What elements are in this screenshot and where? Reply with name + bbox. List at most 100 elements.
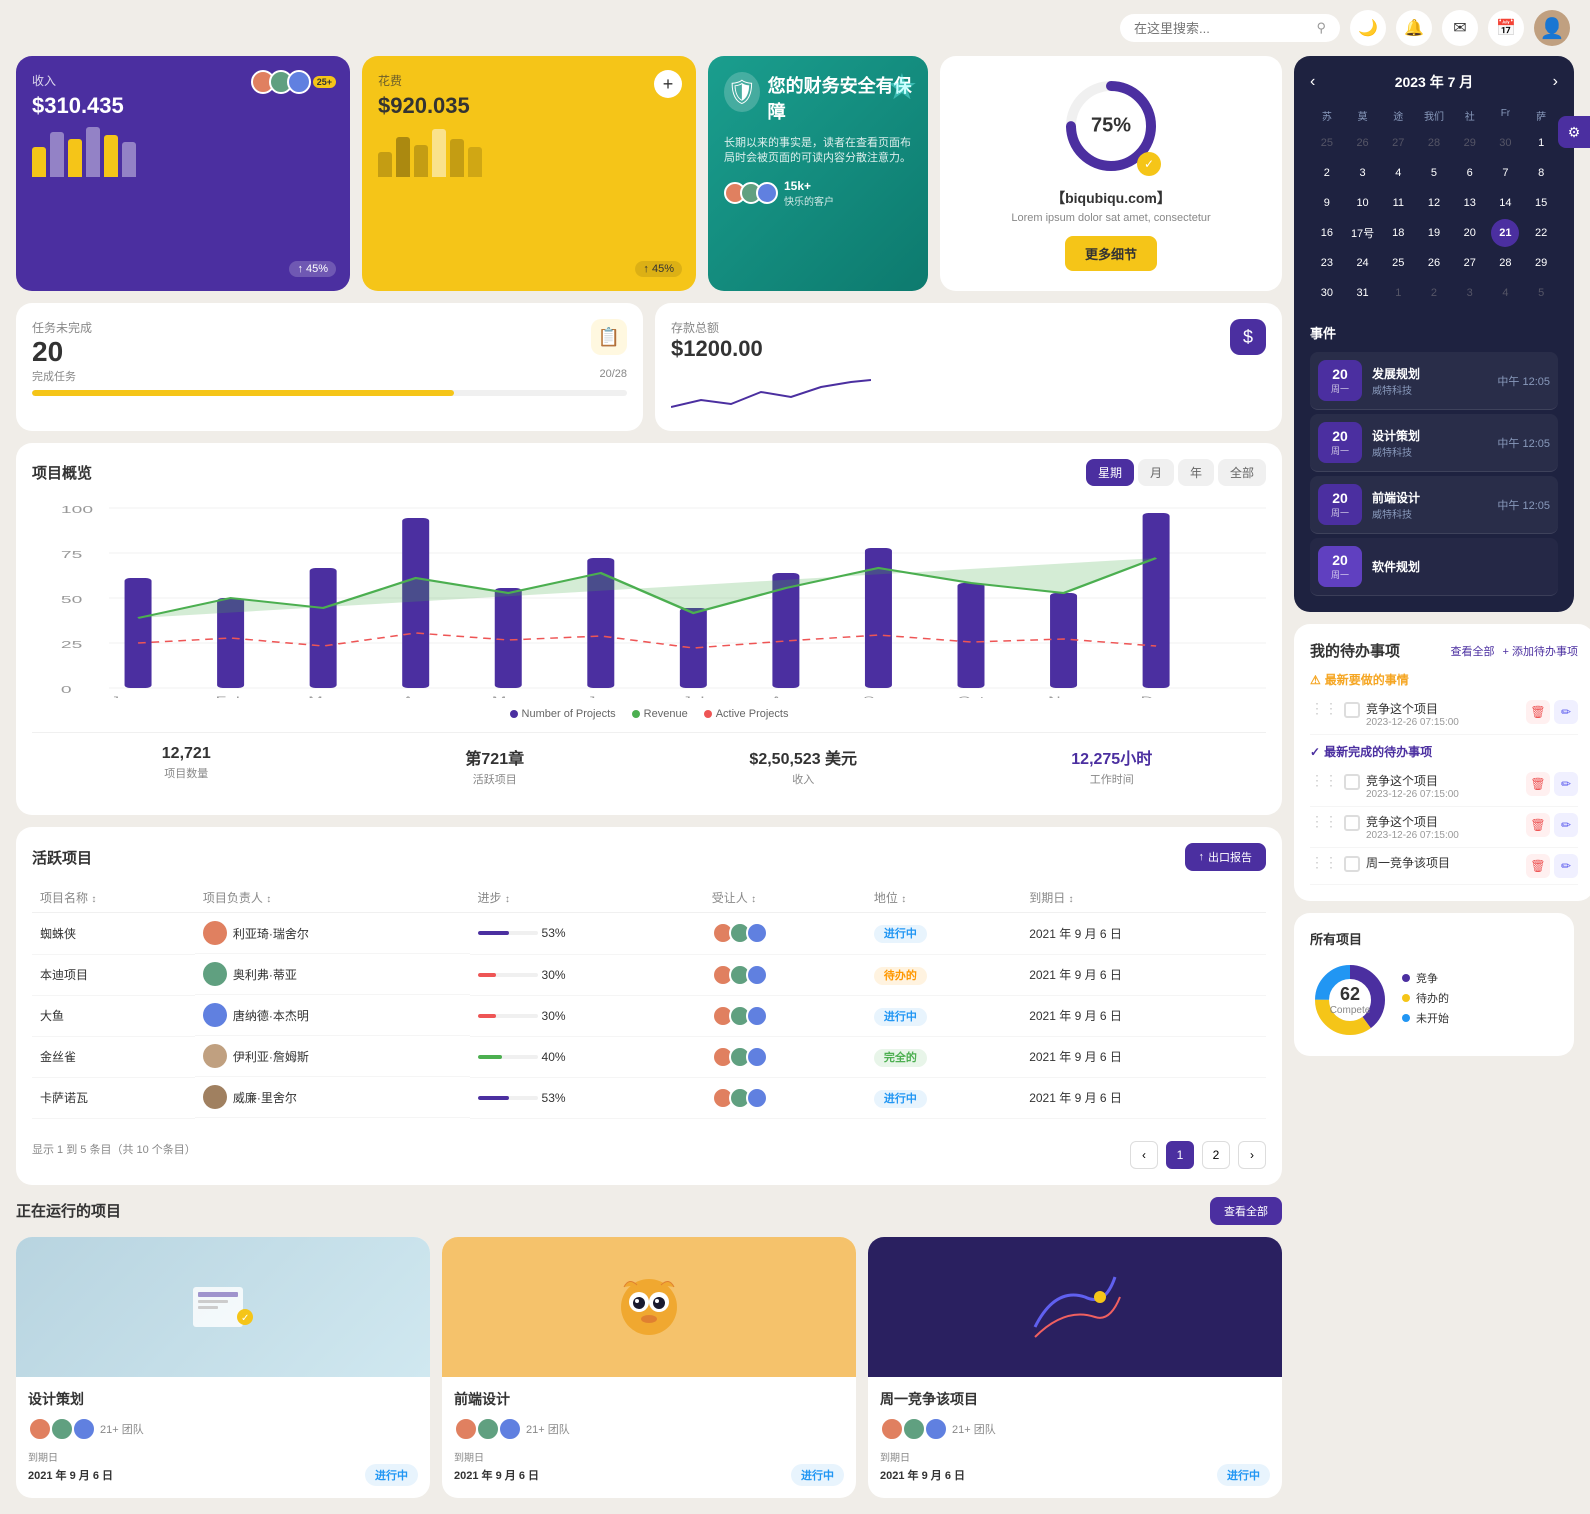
cal-day-16[interactable]: 16 [1313, 219, 1341, 247]
rp-status-badge: 进行中 [791, 1464, 844, 1486]
cal-day-30[interactable]: 30 [1313, 279, 1341, 307]
avatar[interactable]: 👤 [1534, 10, 1570, 46]
col-name[interactable]: 项目名称 ↕ [32, 883, 195, 913]
export-button[interactable]: ↑ 出口报告 [1185, 843, 1267, 871]
search-box[interactable]: ⚲ [1120, 14, 1340, 42]
tab-month[interactable]: 月 [1138, 459, 1174, 486]
cal-day-prev-29[interactable]: 29 [1456, 129, 1484, 157]
cal-day-18[interactable]: 18 [1384, 219, 1412, 247]
cal-day-7[interactable]: 7 [1491, 159, 1519, 187]
tab-all[interactable]: 全部 [1218, 459, 1266, 486]
assignee-av [746, 1046, 768, 1068]
tab-year[interactable]: 年 [1178, 459, 1214, 486]
cal-day-5[interactable]: 5 [1420, 159, 1448, 187]
table-row: 大鱼 唐纳德·本杰明 30% [32, 995, 1266, 1036]
cal-day-prev-28[interactable]: 28 [1420, 129, 1448, 157]
edit-button[interactable]: ✏ [1554, 772, 1578, 796]
col-status[interactable]: 地位 ↕ [866, 883, 1021, 913]
cal-day-12[interactable]: 12 [1420, 189, 1448, 217]
cal-day-11[interactable]: 11 [1384, 189, 1412, 217]
cal-day-14[interactable]: 14 [1491, 189, 1519, 217]
todo-item-text: 竞争这个项目 [1366, 772, 1520, 789]
drag-handle[interactable]: ⋮⋮ [1310, 854, 1338, 871]
cal-day-next-4[interactable]: 4 [1491, 279, 1519, 307]
cal-day-next-5[interactable]: 5 [1527, 279, 1555, 307]
cal-day-17[interactable]: 17号 [1349, 219, 1377, 247]
cal-day-31[interactable]: 31 [1349, 279, 1377, 307]
drag-handle[interactable]: ⋮⋮ [1310, 813, 1338, 830]
edit-button[interactable]: ✏ [1554, 813, 1578, 837]
cal-day-27[interactable]: 27 [1456, 249, 1484, 277]
cal-day-prev-30[interactable]: 30 [1491, 129, 1519, 157]
bar-6 [122, 142, 136, 177]
delete-button[interactable]: 🗑 [1526, 813, 1550, 837]
cal-day-23[interactable]: 23 [1313, 249, 1341, 277]
more-details-button[interactable]: 更多细节 [1065, 236, 1157, 271]
cal-day-25[interactable]: 25 [1384, 249, 1412, 277]
col-assignee[interactable]: 受让人 ↕ [704, 883, 866, 913]
cal-day-4[interactable]: 4 [1384, 159, 1412, 187]
cal-prev-button[interactable]: ‹ [1310, 73, 1315, 91]
search-input[interactable] [1134, 21, 1308, 36]
drag-handle[interactable]: ⋮⋮ [1310, 700, 1338, 717]
cal-day-10[interactable]: 10 [1349, 189, 1377, 217]
cal-day-2[interactable]: 2 [1313, 159, 1341, 187]
todo-checkbox[interactable] [1344, 815, 1360, 831]
col-due[interactable]: 到期日 ↕ [1021, 883, 1266, 913]
cal-day-28[interactable]: 28 [1491, 249, 1519, 277]
table-row: 金丝雀 伊利亚·詹姆斯 40% [32, 1036, 1266, 1077]
tab-week[interactable]: 星期 [1086, 459, 1134, 486]
svg-text:Nov: Nov [1048, 695, 1079, 698]
cal-day-prev-25[interactable]: 25 [1313, 129, 1341, 157]
cal-day-prev-27[interactable]: 27 [1384, 129, 1412, 157]
cal-day-21-today[interactable]: 21 [1491, 219, 1519, 247]
delete-button[interactable]: 🗑 [1526, 854, 1550, 878]
cal-day-15[interactable]: 15 [1527, 189, 1555, 217]
next-page-button[interactable]: › [1238, 1141, 1266, 1169]
cal-day-6[interactable]: 6 [1456, 159, 1484, 187]
cal-day-prev-26[interactable]: 26 [1349, 129, 1377, 157]
event-name: 设计策划 [1372, 427, 1487, 444]
settings-button[interactable]: ⚙ [1558, 116, 1590, 148]
cal-day-29[interactable]: 29 [1527, 249, 1555, 277]
add-todo-link[interactable]: + 添加待办事项 [1503, 643, 1578, 659]
cal-day-next-2[interactable]: 2 [1420, 279, 1448, 307]
cal-day-next-3[interactable]: 3 [1456, 279, 1484, 307]
cal-day-22[interactable]: 22 [1527, 219, 1555, 247]
cal-day-3[interactable]: 3 [1349, 159, 1377, 187]
cal-day-8[interactable]: 8 [1527, 159, 1555, 187]
todo-checkbox[interactable] [1344, 856, 1360, 872]
expense-add-button[interactable]: + [654, 70, 682, 98]
delete-button[interactable]: 🗑 [1526, 772, 1550, 796]
stat-hours: 12,275小时 工作时间 [958, 733, 1267, 799]
col-progress[interactable]: 进步 ↕ [470, 883, 704, 913]
notification-button[interactable]: 🔔 [1396, 10, 1432, 46]
calendar-button[interactable]: 📅 [1488, 10, 1524, 46]
edit-button[interactable]: ✏ [1554, 700, 1578, 724]
cal-day-1[interactable]: 1 [1527, 129, 1555, 157]
todo-checkbox[interactable] [1344, 774, 1360, 790]
cal-day-next-1[interactable]: 1 [1384, 279, 1412, 307]
cal-day-20[interactable]: 20 [1456, 219, 1484, 247]
page-1-button[interactable]: 1 [1166, 1141, 1194, 1169]
cal-day-9[interactable]: 9 [1313, 189, 1341, 217]
cal-day-26[interactable]: 26 [1420, 249, 1448, 277]
todo-checkbox[interactable] [1344, 702, 1360, 718]
prev-page-button[interactable]: ‹ [1130, 1141, 1158, 1169]
event-date-badge: 20 周一 [1318, 360, 1362, 401]
dark-mode-button[interactable]: 🌙 [1350, 10, 1386, 46]
edit-button[interactable]: ✏ [1554, 854, 1578, 878]
cal-day-13[interactable]: 13 [1456, 189, 1484, 217]
drag-handle[interactable]: ⋮⋮ [1310, 772, 1338, 789]
cal-next-button[interactable]: › [1553, 73, 1558, 91]
cal-day-19[interactable]: 19 [1420, 219, 1448, 247]
team-count: 21+ 团队 [952, 1421, 996, 1437]
cal-day-24[interactable]: 24 [1349, 249, 1377, 277]
view-all-link[interactable]: 查看全部 [1451, 643, 1495, 659]
legend-notstarted: 未开始 [1402, 1010, 1449, 1026]
col-manager[interactable]: 项目负责人 ↕ [195, 883, 470, 913]
mail-button[interactable]: ✉ [1442, 10, 1478, 46]
delete-button[interactable]: 🗑 [1526, 700, 1550, 724]
view-all-button[interactable]: 查看全部 [1210, 1197, 1282, 1225]
page-2-button[interactable]: 2 [1202, 1141, 1230, 1169]
